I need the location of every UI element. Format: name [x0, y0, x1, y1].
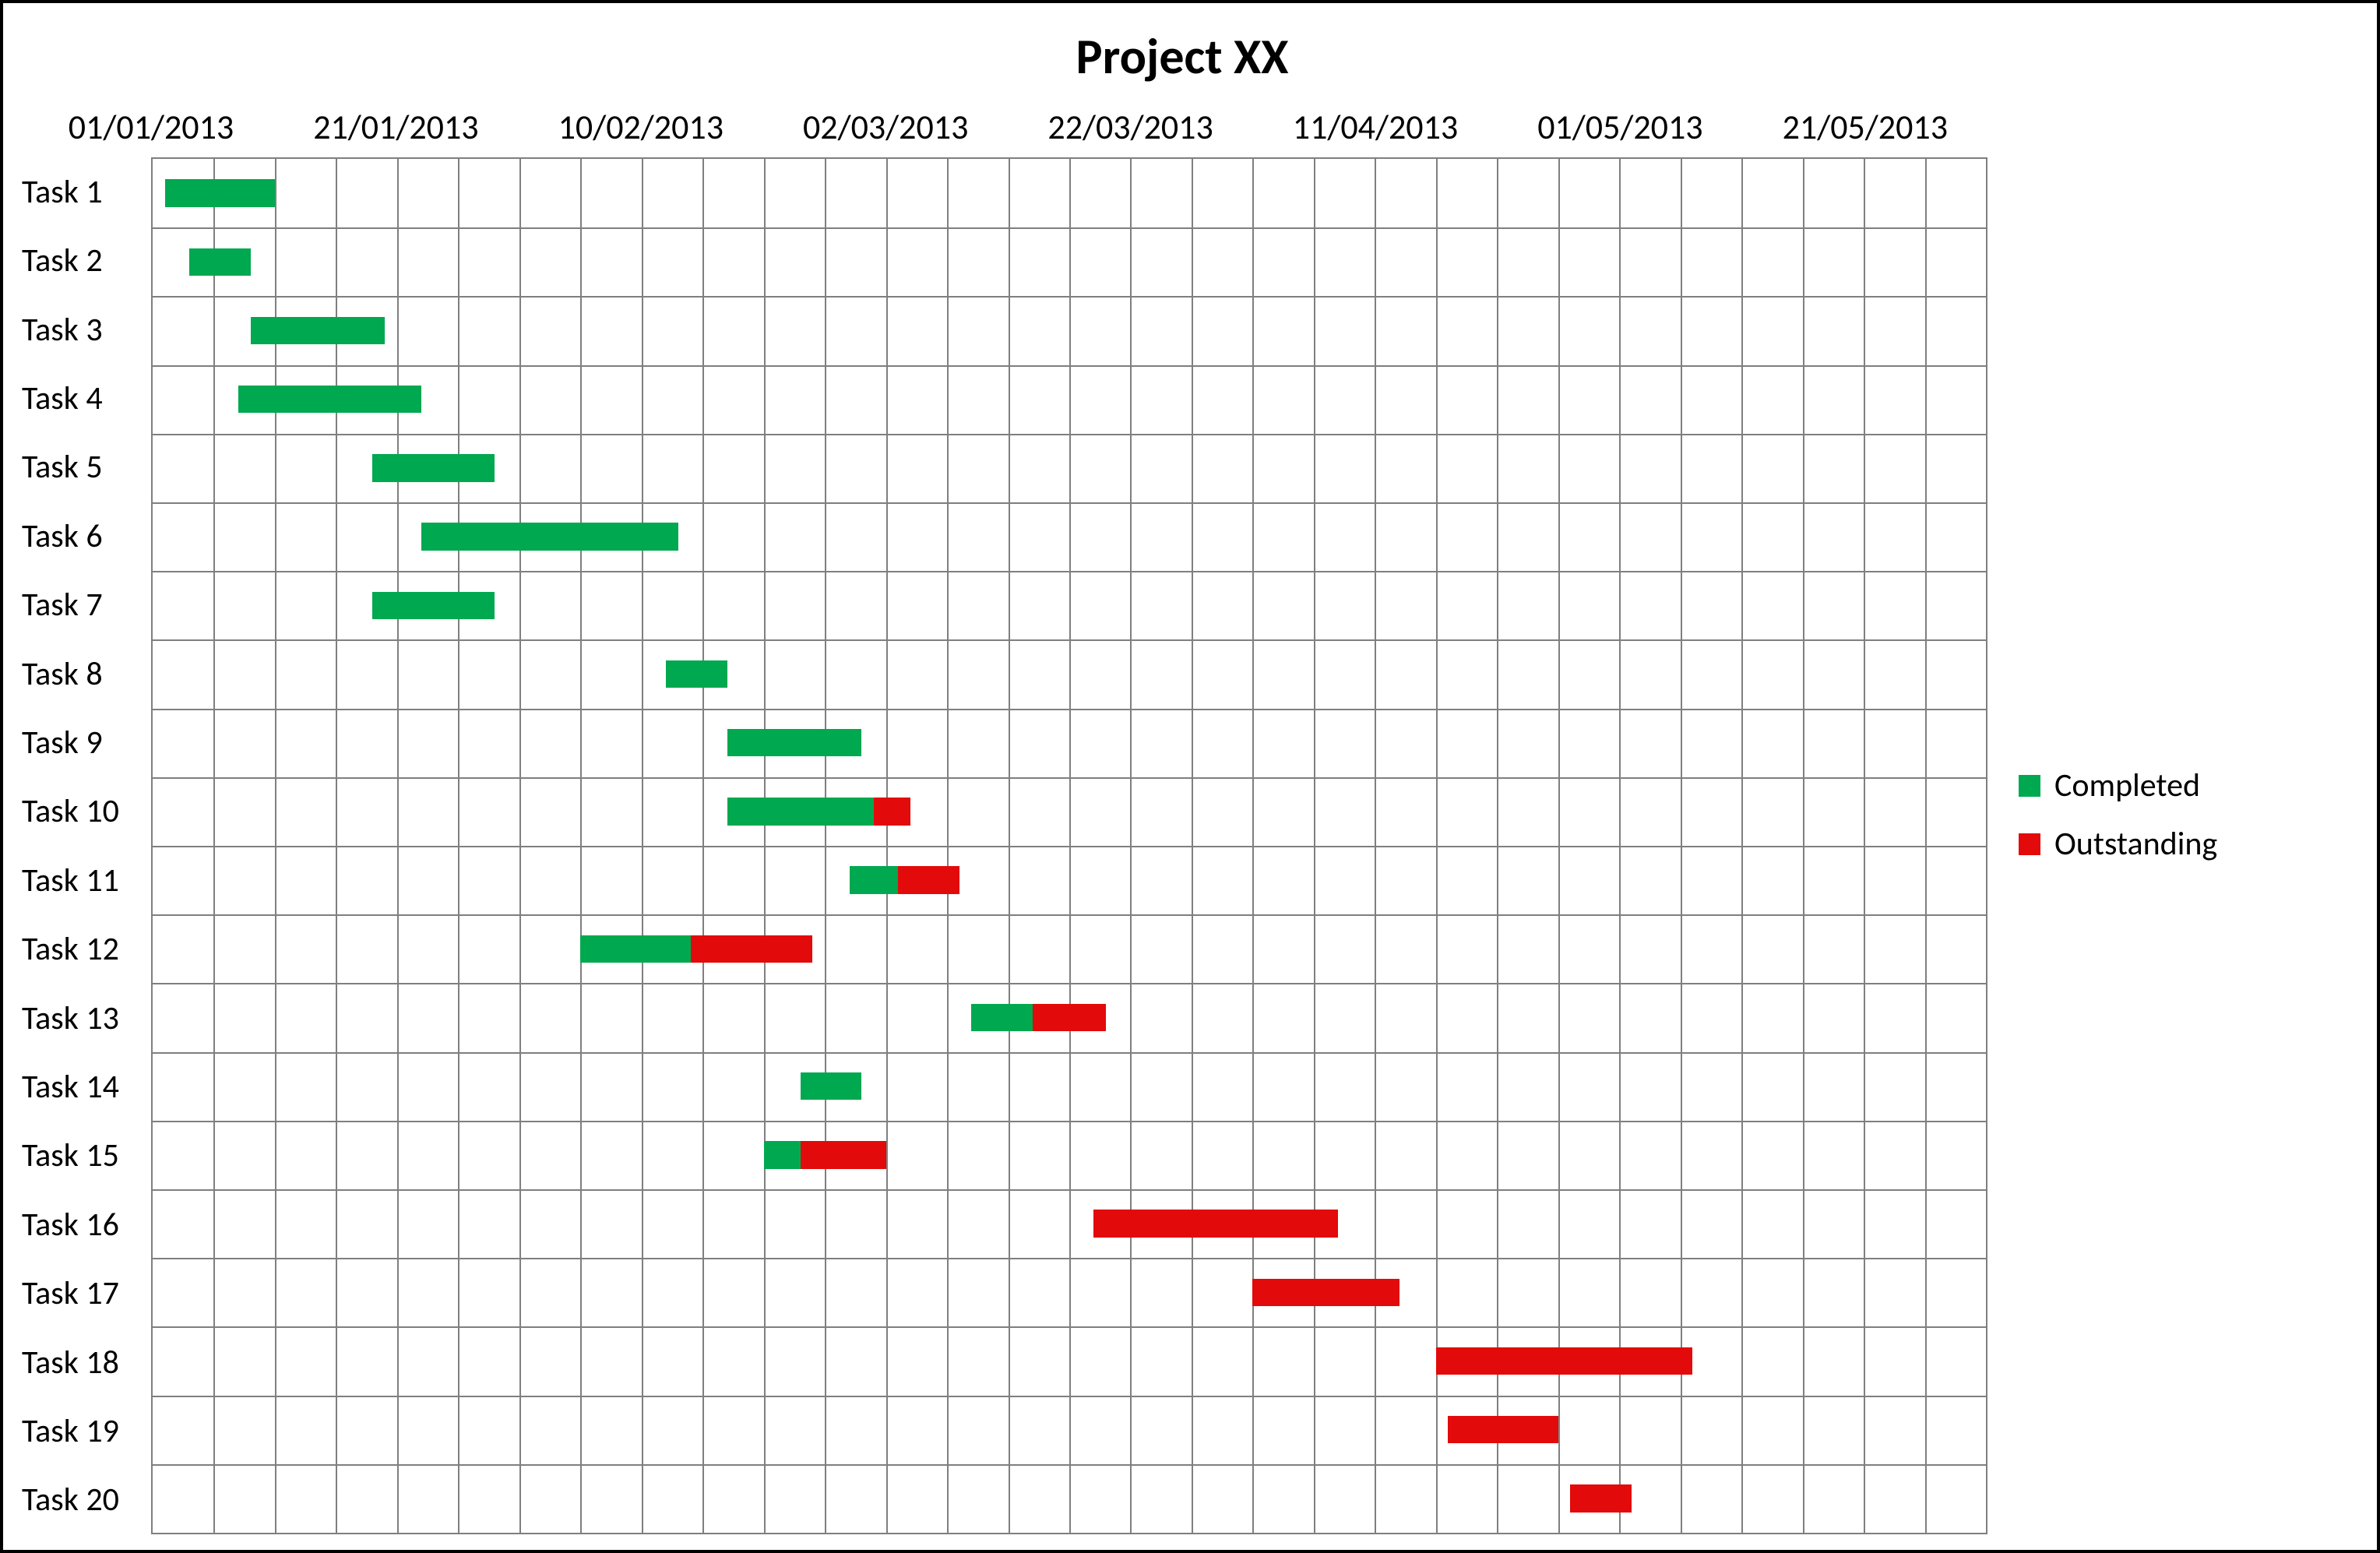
plot-area	[151, 157, 1987, 1534]
bar-completed	[372, 454, 495, 481]
bar-completed	[372, 592, 495, 619]
y-axis-task-label: Task 6	[19, 502, 151, 570]
y-axis-task-label: Task 2	[19, 226, 151, 294]
task-row	[153, 1258, 1986, 1326]
y-axis-task-label: Task 20	[19, 1466, 151, 1534]
bar-completed	[165, 179, 275, 206]
task-row	[153, 983, 1986, 1051]
task-row	[153, 1121, 1986, 1189]
bar-outstanding	[1033, 1004, 1106, 1031]
bar-outstanding	[1093, 1210, 1338, 1237]
y-axis-task-label: Task 1	[19, 157, 151, 226]
y-axis-task-label: Task 15	[19, 1122, 151, 1190]
x-axis-tick-label: 01/01/2013	[69, 106, 234, 148]
y-axis-task-label: Task 12	[19, 914, 151, 983]
x-axis-tick-label: 10/02/2013	[558, 106, 724, 148]
y-axis-task-label: Task 17	[19, 1259, 151, 1328]
bar-completed	[251, 317, 386, 344]
bar-completed	[764, 1141, 801, 1168]
bar-outstanding	[1448, 1416, 1558, 1443]
y-axis-task-label: Task 8	[19, 639, 151, 708]
legend-label-completed: Completed	[2054, 766, 2200, 805]
bar-completed	[850, 866, 899, 893]
y-axis-task-label: Task 19	[19, 1396, 151, 1465]
task-row	[153, 365, 1986, 434]
bar-outstanding	[898, 866, 959, 893]
y-axis-task-label: Task 7	[19, 570, 151, 639]
task-row	[153, 1189, 1986, 1258]
bar-outstanding	[874, 798, 910, 825]
bar-outstanding	[801, 1141, 886, 1168]
task-row	[153, 1464, 1986, 1533]
chart-page: Project XX 01/01/2013 21/01/2013 10/02/201…	[0, 0, 2380, 1553]
y-axis-task-label: Task 10	[19, 777, 151, 846]
task-row	[153, 777, 1986, 846]
bar-completed	[189, 248, 250, 276]
task-row	[153, 571, 1986, 639]
plot-wrap: Task 1Task 2Task 3Task 4Task 5Task 6Task…	[19, 157, 1987, 1534]
y-axis-task-label: Task 5	[19, 433, 151, 502]
bar-completed	[801, 1072, 861, 1100]
bar-outstanding	[691, 935, 813, 963]
y-axis-task-label: Task 9	[19, 708, 151, 776]
y-axis-task-label: Task 4	[19, 364, 151, 432]
bar-outstanding	[1252, 1279, 1399, 1306]
task-row	[153, 709, 1986, 777]
x-axis-tick-label: 11/04/2013	[1293, 106, 1458, 148]
y-axis-task-label: Task 11	[19, 846, 151, 914]
x-axis-tick-label: 01/05/2013	[1537, 106, 1702, 148]
task-row	[153, 639, 1986, 708]
legend-swatch-completed-icon	[2019, 775, 2040, 797]
bar-completed	[238, 386, 421, 413]
chart-column: 01/01/2013 21/01/2013 10/02/2013 02/03/2013…	[19, 95, 1987, 1534]
y-axis-task-label: Task 18	[19, 1328, 151, 1396]
task-row	[153, 434, 1986, 502]
task-row	[153, 296, 1986, 364]
task-row	[153, 159, 1986, 227]
x-axis: 01/01/2013 21/01/2013 10/02/2013 02/03/2013…	[19, 95, 1987, 157]
bar-completed	[421, 523, 678, 550]
task-row	[153, 227, 1986, 296]
legend-item-outstanding: Outstanding	[2019, 824, 2346, 864]
y-axis-task-label: Task 14	[19, 1052, 151, 1121]
bar-completed	[727, 729, 862, 756]
task-row	[153, 1326, 1986, 1395]
y-axis-task-label: Task 16	[19, 1190, 151, 1259]
legend: Completed Outstanding	[1987, 95, 2346, 1534]
task-row	[153, 1052, 1986, 1121]
bar-outstanding	[1570, 1484, 1631, 1512]
bar-completed	[727, 798, 874, 825]
legend-label-outstanding: Outstanding	[2054, 824, 2217, 864]
chart-body: 01/01/2013 21/01/2013 10/02/2013 02/03/2013…	[19, 95, 2346, 1534]
bar-completed	[580, 935, 690, 963]
task-row	[153, 502, 1986, 571]
y-axis-task-label: Task 3	[19, 295, 151, 364]
bar-completed	[971, 1004, 1032, 1031]
x-axis-tick-label: 21/01/2013	[313, 106, 478, 148]
y-axis-task-label: Task 13	[19, 984, 151, 1052]
x-axis-tick-label: 22/03/2013	[1047, 106, 1213, 148]
y-axis-labels: Task 1Task 2Task 3Task 4Task 5Task 6Task…	[19, 157, 151, 1534]
legend-swatch-outstanding-icon	[2019, 833, 2040, 855]
task-row	[153, 1396, 1986, 1464]
bar-completed	[666, 660, 727, 688]
x-axis-tick-label: 02/03/2013	[803, 106, 968, 148]
bar-outstanding	[1436, 1347, 1693, 1375]
x-axis-tick-label: 21/05/2013	[1783, 106, 1948, 148]
task-row	[153, 914, 1986, 983]
chart-title: Project XX	[19, 26, 2346, 87]
legend-item-completed: Completed	[2019, 766, 2346, 805]
task-row	[153, 846, 1986, 914]
